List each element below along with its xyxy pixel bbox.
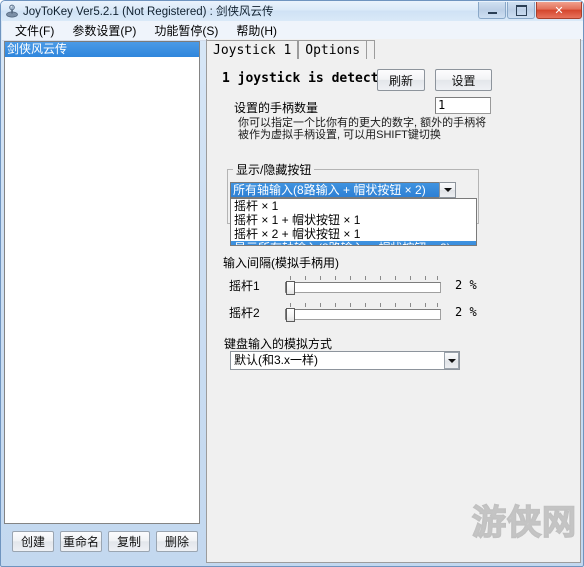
create-button[interactable]: 创建: [12, 530, 54, 552]
joystick-detected-label: 1 joystick is detected: [222, 71, 377, 86]
slider-value-number: 2: [455, 278, 463, 292]
slider-label-stick2: 摇杆2: [229, 305, 260, 320]
slider-value-stick2: 2 %: [455, 305, 477, 319]
chevron-down-icon[interactable]: [444, 352, 459, 369]
list-item[interactable]: 剑侠风云传: [5, 42, 199, 57]
slider-groove: [285, 282, 441, 293]
slider-value-unit: %: [469, 305, 477, 319]
maximize-button[interactable]: [507, 2, 535, 19]
slider-label-stick1: 摇杆1: [229, 278, 260, 293]
tab-strip: Joystick 1 Options: [206, 39, 581, 59]
slider-value-stick1: 2 %: [455, 278, 477, 292]
refresh-button[interactable]: 刷新: [377, 69, 425, 91]
slider-ticks: [285, 276, 441, 281]
slider-row-stick2: 摇杆2 2 %: [229, 302, 529, 322]
tab-options[interactable]: Options: [298, 40, 368, 59]
slider-value-unit: %: [469, 278, 477, 292]
menu-file[interactable]: 文件(F): [7, 21, 62, 40]
rename-button[interactable]: 重命名: [60, 530, 102, 552]
list-item[interactable]: 显示所有轴输入(8路输入 + 帽状按钮 × 2): [231, 241, 476, 245]
list-item[interactable]: 摇杆 × 1 + 帽状按钮 × 1: [231, 213, 476, 227]
joystick-count-label: 设置的手柄数量: [234, 101, 319, 115]
slider-row-stick1: 摇杆1 2 %: [229, 275, 529, 295]
profile-action-buttons: 创建 重命名 复制 删除: [4, 528, 200, 554]
joystick-app-icon: [5, 4, 19, 18]
input-interval-label: 输入间隔(模拟手柄用): [223, 256, 339, 270]
slider-stick2[interactable]: [285, 303, 441, 322]
slider-thumb-stick1[interactable]: [286, 281, 295, 295]
tab-joystick-1[interactable]: Joystick 1: [206, 40, 299, 59]
joystick-count-note: 你可以指定一个比你有的更大的数字, 额外的手柄将被作为虚拟手柄设置, 可以用SH…: [238, 117, 487, 141]
title-bar[interactable]: JoyToKey Ver5.2.1 (Not Registered) : 剑侠风…: [1, 1, 583, 21]
joystick-count-input[interactable]: 1: [435, 97, 491, 114]
tab-filler: [367, 40, 376, 59]
slider-value-number: 2: [455, 305, 463, 319]
window-title: JoyToKey Ver5.2.1 (Not Registered) : 剑侠风…: [23, 6, 274, 18]
menu-bar: 文件(F) 参数设置(P) 功能暂停(S) 帮助(H): [2, 21, 583, 41]
list-item[interactable]: 摇杆 × 2 + 帽状按钮 × 1: [231, 227, 476, 241]
menu-help[interactable]: 帮助(H): [228, 21, 285, 40]
app-window: JoyToKey Ver5.2.1 (Not Registered) : 剑侠风…: [0, 0, 584, 567]
slider-groove: [285, 309, 441, 320]
close-button[interactable]: ✕: [536, 2, 582, 19]
chevron-down-icon[interactable]: [439, 182, 456, 198]
list-item[interactable]: 摇杆 × 1: [231, 199, 476, 213]
caption-buttons: ✕: [477, 2, 582, 19]
configure-button[interactable]: 设置: [435, 69, 492, 91]
display-mode-combobox[interactable]: 所有轴输入(8路输入 + 帽状按钮 × 2): [230, 182, 449, 198]
menu-pause[interactable]: 功能暂停(S): [146, 21, 226, 40]
profile-list[interactable]: 剑侠风云传: [4, 41, 200, 524]
minimize-button[interactable]: [478, 2, 506, 19]
menu-settings[interactable]: 参数设置(P): [64, 21, 144, 40]
slider-thumb-stick2[interactable]: [286, 308, 295, 322]
copy-button[interactable]: 复制: [108, 530, 150, 552]
keyboard-emulation-combobox[interactable]: 默认(和3.x一样): [230, 351, 460, 370]
slider-ticks: [285, 303, 441, 308]
keyboard-emulation-label: 键盘输入的模拟方式: [224, 337, 333, 351]
delete-button[interactable]: 删除: [156, 530, 198, 552]
slider-stick1[interactable]: [285, 276, 441, 295]
display-hide-groupbox-label: 显示/隐藏按钮: [233, 161, 315, 178]
display-mode-dropdown-list[interactable]: 摇杆 × 1 摇杆 × 1 + 帽状按钮 × 1 摇杆 × 2 + 帽状按钮 ×…: [230, 198, 477, 246]
